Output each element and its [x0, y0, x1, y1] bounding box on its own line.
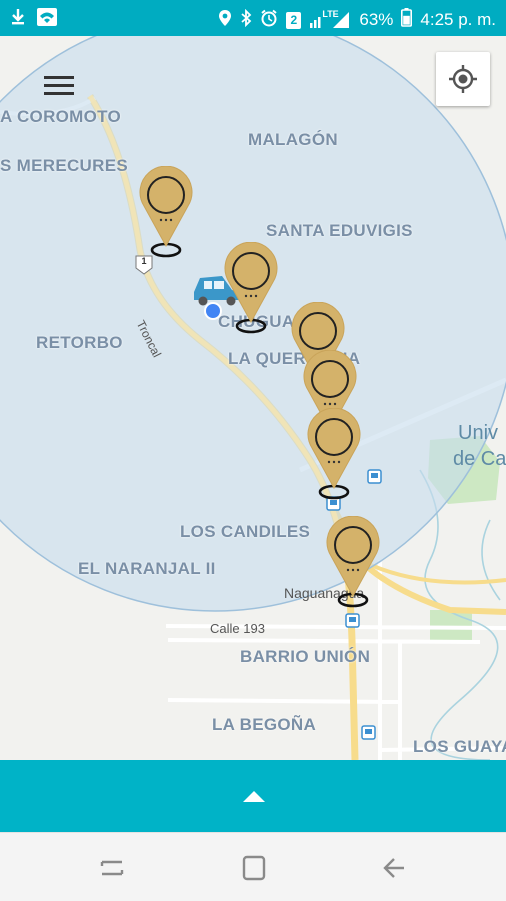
place-label: S MERECURES — [0, 156, 128, 175]
back-button[interactable] — [376, 853, 416, 883]
status-bar: 2 LTE 63% 4:25 p. m. — [0, 0, 506, 36]
sim-icon: 2 — [286, 11, 302, 29]
bottom-sheet-handle[interactable] — [0, 760, 506, 832]
wifi-icon — [36, 7, 58, 32]
home-button[interactable] — [234, 853, 274, 883]
university-label: de Ca — [453, 448, 506, 470]
place-label: SANTA EDUVIGIS — [266, 221, 413, 240]
place-label: LOS CANDILES — [180, 522, 311, 541]
bus-stop-icon — [361, 725, 376, 740]
place-label: A COROMOTO — [0, 107, 122, 126]
my-location-icon — [449, 65, 477, 93]
menu-button[interactable] — [38, 66, 82, 106]
network-type: LTE — [322, 9, 339, 19]
my-location-button[interactable] — [436, 52, 490, 106]
place-label: LOS GUAYA — [413, 737, 506, 756]
place-label: LA BEGOÑA — [212, 715, 317, 734]
map-pin[interactable] — [323, 516, 383, 626]
system-nav-bar — [0, 832, 506, 901]
signal-icon: LTE — [309, 9, 351, 30]
map-pin[interactable] — [304, 408, 364, 518]
clock: 4:25 p. m. — [420, 10, 496, 29]
place-label: BARRIO UNIÓN — [240, 647, 371, 666]
place-label: EL NARANJAL II — [78, 559, 216, 578]
place-label: MALAGÓN — [248, 130, 338, 149]
bluetooth-icon — [240, 8, 252, 32]
alarm-icon — [260, 9, 278, 32]
street-label: Calle 193 — [210, 621, 265, 636]
map-pin[interactable] — [136, 166, 196, 276]
download-icon — [10, 8, 26, 31]
battery-icon — [401, 8, 413, 32]
location-icon — [218, 9, 232, 32]
university-label: Univ — [458, 422, 499, 444]
place-label: RETORBO — [36, 333, 123, 352]
map-pin[interactable] — [221, 242, 281, 352]
home-icon — [242, 855, 266, 881]
recents-button[interactable] — [92, 853, 132, 883]
map-view[interactable]: A COROMOTO MALAGÓN S MERECURES SANTA EDU… — [0, 36, 506, 760]
bus-stop-icon — [367, 469, 382, 484]
chevron-up-icon[interactable] — [239, 786, 269, 806]
battery-percent: 63% — [359, 10, 394, 29]
recents-icon — [100, 860, 124, 876]
back-icon — [383, 858, 404, 878]
menu-icon — [44, 76, 74, 95]
